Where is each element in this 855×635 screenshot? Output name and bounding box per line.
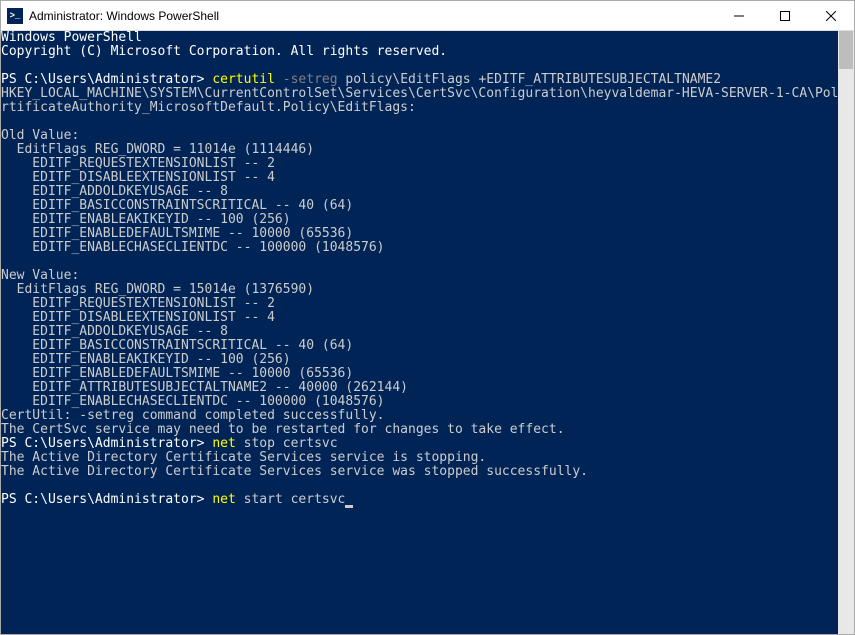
powershell-window: >_ Administrator: Windows PowerShell Win… xyxy=(0,0,855,635)
terminal-area: Windows PowerShell Copyright (C) Microso… xyxy=(1,31,854,634)
scrollbar[interactable] xyxy=(838,31,854,634)
minimize-icon xyxy=(734,11,744,21)
powershell-icon: >_ xyxy=(7,8,23,24)
terminal[interactable]: Windows PowerShell Copyright (C) Microso… xyxy=(1,31,838,634)
scrollbar-thumb[interactable] xyxy=(839,31,853,69)
close-button[interactable] xyxy=(808,1,854,31)
maximize-icon xyxy=(780,11,790,21)
titlebar[interactable]: >_ Administrator: Windows PowerShell xyxy=(1,1,854,31)
close-icon xyxy=(826,11,836,21)
window-title: Administrator: Windows PowerShell xyxy=(29,9,716,23)
maximize-button[interactable] xyxy=(762,1,808,31)
window-controls xyxy=(716,1,854,31)
minimize-button[interactable] xyxy=(716,1,762,31)
